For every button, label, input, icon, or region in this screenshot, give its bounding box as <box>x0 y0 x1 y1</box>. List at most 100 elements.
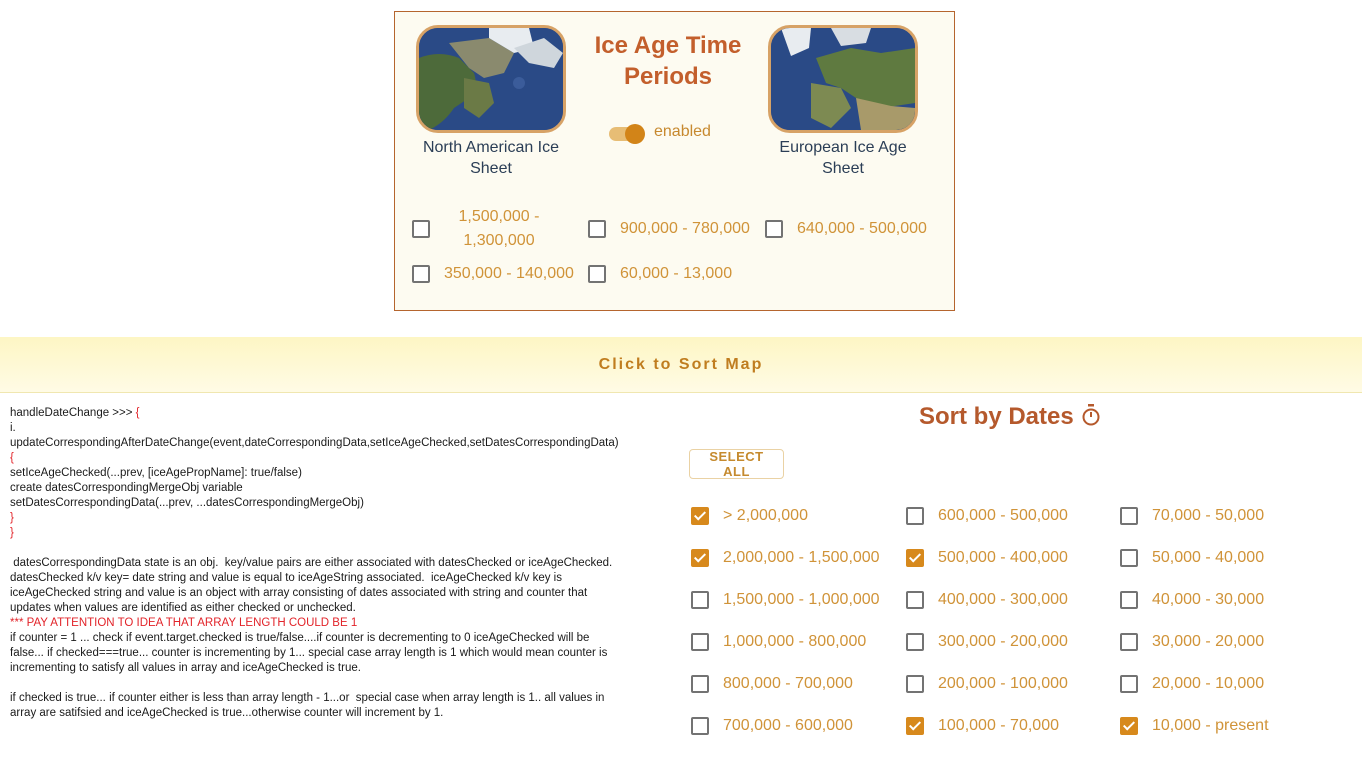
ice-option-label: 1,500,000 - 1,300,000 <box>458 208 540 249</box>
notes-line: datesChecked k/v key= date string and va… <box>10 571 670 586</box>
sort-map-banner[interactable]: Click to Sort Map <box>0 337 1362 393</box>
date-option-label: 40,000 - 30,000 <box>1152 591 1265 608</box>
date-option-label: 50,000 - 40,000 <box>1152 549 1265 566</box>
date-option[interactable]: 30,000 - 20,000 <box>1120 633 1264 651</box>
date-option[interactable]: 40,000 - 30,000 <box>1120 591 1264 609</box>
date-checkbox[interactable] <box>1120 633 1138 651</box>
date-option[interactable]: > 2,000,000 <box>691 507 808 525</box>
european-map-thumbnail[interactable] <box>768 25 918 133</box>
date-option[interactable]: 200,000 - 100,000 <box>906 675 1068 693</box>
date-checkbox[interactable] <box>906 507 924 525</box>
ice-option-900000-780000[interactable]: 900,000 - 780,000 <box>588 217 750 241</box>
date-checkbox[interactable] <box>1120 591 1138 609</box>
date-option-label: 70,000 - 50,000 <box>1152 507 1265 524</box>
ice-option-checkbox[interactable] <box>588 220 606 238</box>
date-option-label: 200,000 - 100,000 <box>938 675 1068 692</box>
date-option[interactable]: 1,000,000 - 800,000 <box>691 633 866 651</box>
ice-option-checkbox[interactable] <box>765 220 783 238</box>
date-checkbox[interactable] <box>691 675 709 693</box>
date-checkbox-checked[interactable] <box>1120 717 1138 735</box>
sort-map-label: Click to Sort Map <box>598 355 764 373</box>
north-america-map-image <box>419 28 563 130</box>
date-option[interactable]: 500,000 - 400,000 <box>906 549 1068 567</box>
europe-map-image <box>771 28 915 130</box>
date-option[interactable]: 800,000 - 700,000 <box>691 675 853 693</box>
date-option[interactable]: 2,000,000 - 1,500,000 <box>691 549 880 567</box>
notes-line: array are satifsied and iceAgeChecked is… <box>10 706 670 721</box>
enabled-toggle[interactable] <box>607 124 647 144</box>
date-option[interactable]: 20,000 - 10,000 <box>1120 675 1264 693</box>
notes-line-highlight: } <box>10 527 14 539</box>
european-ice-age-sheet-card[interactable]: European Ice Age Sheet <box>768 25 918 179</box>
notes-line-text: datesChecked k/v key= date string and va… <box>10 572 562 584</box>
select-all-button[interactable]: SELECT ALL <box>689 449 784 479</box>
date-option-label: 500,000 - 400,000 <box>938 549 1068 566</box>
notes-line-text: setIceAgeChecked(...prev, [iceAgePropNam… <box>10 467 302 479</box>
date-checkbox[interactable] <box>691 717 709 735</box>
notes-line-highlight: { <box>10 452 14 464</box>
date-checkbox-checked[interactable] <box>691 507 709 525</box>
ice-option-label: 60,000 - 13,000 <box>620 265 733 282</box>
date-checkbox-checked[interactable] <box>906 717 924 735</box>
notes-line-highlight: { <box>135 407 140 419</box>
ice-option-label: 350,000 - 140,000 <box>444 265 574 282</box>
ice-age-panel: North American Ice Sheet Ice Age Time Pe… <box>394 11 955 311</box>
notes-line-text: array are satifsied and iceAgeChecked is… <box>10 707 444 719</box>
date-checkbox[interactable] <box>691 633 709 651</box>
date-option[interactable]: 300,000 - 200,000 <box>906 633 1068 651</box>
ice-option-350000-140000[interactable]: 350,000 - 140,000 <box>412 262 574 286</box>
date-option-label: 20,000 - 10,000 <box>1152 675 1265 692</box>
developer-notes: handleDateChange >>> {i. updateCorrespond… <box>10 406 670 721</box>
notes-line-highlight: *** PAY ATTENTION TO IDEA THAT ARRAY LEN… <box>10 617 358 629</box>
date-option-label: 30,000 - 20,000 <box>1152 633 1265 650</box>
notes-line: false... if checked===true... counter is… <box>10 646 670 661</box>
notes-line-text: create datesCorrespondingMergeObj variab… <box>10 482 243 494</box>
date-option[interactable]: 100,000 - 70,000 <box>906 717 1059 735</box>
date-option-label: 100,000 - 70,000 <box>938 717 1059 734</box>
notes-line <box>10 676 670 691</box>
notes-line-text: if checked is true... if counter either … <box>10 692 605 704</box>
notes-line: create datesCorrespondingMergeObj variab… <box>10 481 670 496</box>
date-option[interactable]: 50,000 - 40,000 <box>1120 549 1264 567</box>
toggle-thumb <box>625 124 645 144</box>
date-checkbox[interactable] <box>1120 675 1138 693</box>
notes-line-text: false... if checked===true... counter is… <box>10 647 608 659</box>
date-option-label: 700,000 - 600,000 <box>723 717 853 734</box>
date-option-label: 10,000 - present <box>1152 717 1269 734</box>
notes-line: handleDateChange >>> { <box>10 406 670 421</box>
date-option[interactable]: 600,000 - 500,000 <box>906 507 1068 525</box>
notes-line: setIceAgeChecked(...prev, [iceAgePropNam… <box>10 466 670 481</box>
ice-option-checkbox[interactable] <box>412 265 430 283</box>
notes-line: updates when values are identified as ei… <box>10 601 670 616</box>
date-option[interactable]: 700,000 - 600,000 <box>691 717 853 735</box>
notes-line: if checked is true... if counter either … <box>10 691 670 706</box>
date-checkbox[interactable] <box>906 675 924 693</box>
date-checkbox[interactable] <box>691 591 709 609</box>
date-checkbox[interactable] <box>906 591 924 609</box>
date-checkbox[interactable] <box>1120 549 1138 567</box>
european-ice-age-sheet-label: European Ice Age Sheet <box>779 139 907 177</box>
date-checkbox-checked[interactable] <box>691 549 709 567</box>
ice-option-1500000-1300000[interactable]: 1,500,000 - 1,300,000 <box>412 205 554 253</box>
date-option[interactable]: 1,500,000 - 1,000,000 <box>691 591 880 609</box>
north-american-map-thumbnail[interactable] <box>416 25 566 133</box>
sort-by-dates-title: Sort by Dates <box>919 403 1074 430</box>
ice-option-60000-13000[interactable]: 60,000 - 13,000 <box>588 262 732 286</box>
date-checkbox-checked[interactable] <box>906 549 924 567</box>
toggle-label: enabled <box>654 123 711 140</box>
notes-line-text: if counter = 1 ... check if event.target… <box>10 632 590 644</box>
ice-option-640000-500000[interactable]: 640,000 - 500,000 <box>765 217 927 241</box>
ice-option-checkbox[interactable] <box>412 220 430 238</box>
notes-line: *** PAY ATTENTION TO IDEA THAT ARRAY LEN… <box>10 616 670 631</box>
date-option-label: 400,000 - 300,000 <box>938 591 1068 608</box>
north-american-ice-sheet-card[interactable]: North American Ice Sheet <box>416 25 566 179</box>
date-checkbox[interactable] <box>1120 507 1138 525</box>
date-option[interactable]: 10,000 - present <box>1120 717 1269 735</box>
date-option[interactable]: 70,000 - 50,000 <box>1120 507 1264 525</box>
date-checkbox[interactable] <box>906 633 924 651</box>
notes-line: if counter = 1 ... check if event.target… <box>10 631 670 646</box>
date-option[interactable]: 400,000 - 300,000 <box>906 591 1068 609</box>
stopwatch-icon <box>1082 404 1100 426</box>
ice-option-checkbox[interactable] <box>588 265 606 283</box>
notes-line-text: iceAgeChecked string and value is an obj… <box>10 587 588 599</box>
